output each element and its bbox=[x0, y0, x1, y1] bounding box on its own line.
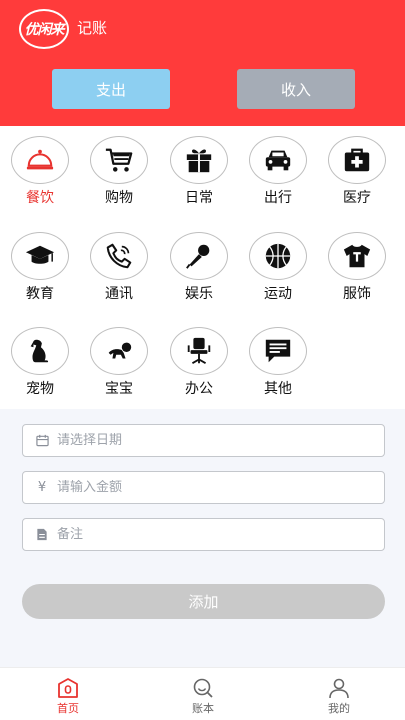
note-input[interactable] bbox=[57, 527, 357, 542]
app-logo-text: 优闲来 bbox=[24, 22, 65, 38]
shopping-cart-icon bbox=[105, 148, 133, 172]
category-other[interactable]: 其他 bbox=[243, 317, 313, 397]
category-grid: 餐饮 购物 日常 出行 医疗 教育 通讯 娱乐 运动 服饰 宠物 宝宝 办公 其… bbox=[0, 126, 405, 409]
category-shopping[interactable]: 购物 bbox=[84, 126, 154, 206]
food-cover-icon bbox=[26, 149, 54, 170]
tshirt-icon bbox=[343, 244, 371, 268]
expense-tab-button[interactable]: 支出 bbox=[52, 69, 170, 109]
category-food[interactable]: 餐饮 bbox=[5, 126, 75, 206]
car-icon bbox=[265, 150, 291, 171]
office-chair-icon bbox=[187, 337, 211, 365]
app-logo: 优闲来 bbox=[19, 9, 69, 49]
category-pets[interactable]: 宠物 bbox=[5, 317, 75, 397]
category-travel[interactable]: 出行 bbox=[243, 126, 313, 206]
category-communication[interactable]: 通讯 bbox=[84, 222, 154, 302]
user-icon bbox=[329, 678, 349, 699]
baby-icon bbox=[108, 342, 132, 359]
category-baby[interactable]: 宝宝 bbox=[84, 317, 154, 397]
category-office[interactable]: 办公 bbox=[164, 317, 234, 397]
entry-form: ¥ 添加 bbox=[0, 409, 405, 667]
add-button[interactable]: 添加 bbox=[22, 584, 385, 619]
tab-home[interactable]: 首页 bbox=[28, 668, 108, 720]
dog-icon bbox=[30, 339, 49, 363]
graduation-cap-icon bbox=[25, 245, 55, 264]
basketball-icon bbox=[265, 243, 291, 269]
date-input[interactable] bbox=[57, 433, 357, 448]
microphone-icon bbox=[186, 244, 210, 269]
page-title: 记账 bbox=[77, 19, 108, 37]
category-education[interactable]: 教育 bbox=[5, 222, 75, 302]
search-icon bbox=[193, 678, 213, 698]
category-daily[interactable]: 日常 bbox=[164, 126, 234, 206]
app-header: 优闲来 记账 支出 收入 bbox=[0, 0, 405, 126]
home-icon bbox=[58, 678, 78, 698]
message-icon bbox=[265, 339, 291, 363]
date-field[interactable] bbox=[22, 424, 385, 457]
category-medical[interactable]: 医疗 bbox=[322, 126, 392, 206]
amount-field[interactable]: ¥ bbox=[22, 471, 385, 504]
gift-icon bbox=[186, 149, 212, 173]
note-field[interactable] bbox=[22, 518, 385, 551]
bottom-tab-bar: 首页 账本 我的 bbox=[0, 667, 405, 720]
calendar-icon bbox=[35, 434, 49, 448]
yuan-icon: ¥ bbox=[37, 480, 47, 495]
category-sports[interactable]: 运动 bbox=[243, 222, 313, 302]
note-icon bbox=[35, 528, 49, 542]
amount-input[interactable] bbox=[57, 480, 357, 495]
medical-kit-icon bbox=[344, 148, 370, 172]
category-clothing[interactable]: 服饰 bbox=[322, 222, 392, 302]
category-entertainment[interactable]: 娱乐 bbox=[164, 222, 234, 302]
income-tab-button[interactable]: 收入 bbox=[237, 69, 355, 109]
phone-icon bbox=[106, 243, 132, 269]
tab-mine[interactable]: 我的 bbox=[299, 668, 379, 720]
tab-ledger[interactable]: 账本 bbox=[163, 668, 243, 720]
